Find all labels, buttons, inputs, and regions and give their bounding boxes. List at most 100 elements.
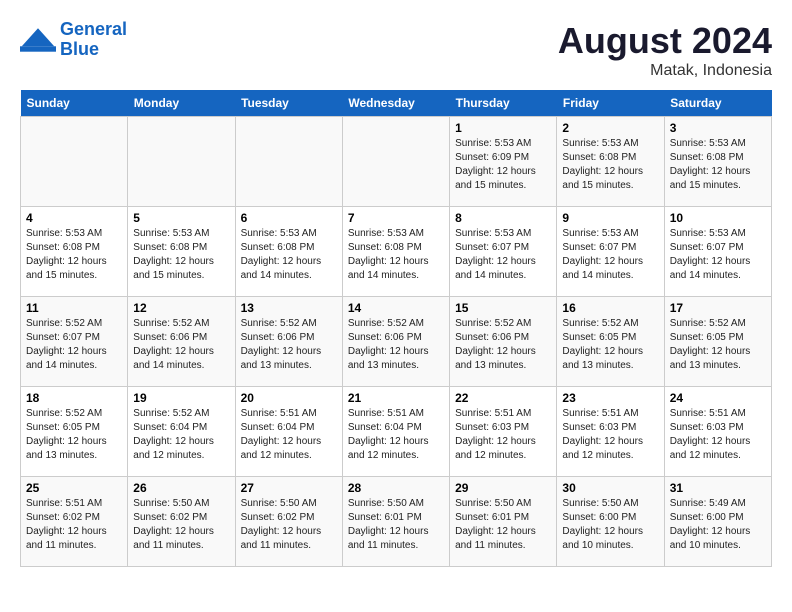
calendar-cell: 18 Sunrise: 5:52 AM Sunset: 6:05 PM Dayli… <box>21 387 128 477</box>
calendar-cell: 2 Sunrise: 5:53 AM Sunset: 6:08 PM Daylig… <box>557 117 664 207</box>
day-number: 6 <box>241 211 337 225</box>
calendar-cell <box>128 117 235 207</box>
day-number: 13 <box>241 301 337 315</box>
day-info: Sunrise: 5:51 AM Sunset: 6:02 PM Dayligh… <box>26 497 122 553</box>
day-info: Sunrise: 5:50 AM Sunset: 6:02 PM Dayligh… <box>133 497 229 553</box>
calendar-cell: 21 Sunrise: 5:51 AM Sunset: 6:04 PM Dayli… <box>342 387 449 477</box>
day-number: 25 <box>26 481 122 495</box>
calendar-cell: 27 Sunrise: 5:50 AM Sunset: 6:02 PM Dayli… <box>235 477 342 567</box>
day-number: 8 <box>455 211 551 225</box>
day-info: Sunrise: 5:53 AM Sunset: 6:08 PM Dayligh… <box>562 137 658 193</box>
day-info: Sunrise: 5:53 AM Sunset: 6:08 PM Dayligh… <box>26 227 122 283</box>
day-info: Sunrise: 5:50 AM Sunset: 6:02 PM Dayligh… <box>241 497 337 553</box>
calendar-day-header: Saturday <box>664 90 771 117</box>
day-info: Sunrise: 5:50 AM Sunset: 6:01 PM Dayligh… <box>348 497 444 553</box>
day-number: 31 <box>670 481 766 495</box>
day-info: Sunrise: 5:52 AM Sunset: 6:06 PM Dayligh… <box>348 317 444 373</box>
title-block: August 2024 Matak, Indonesia <box>558 20 772 80</box>
day-info: Sunrise: 5:51 AM Sunset: 6:04 PM Dayligh… <box>348 407 444 463</box>
calendar-cell <box>342 117 449 207</box>
day-number: 23 <box>562 391 658 405</box>
page-header: General Blue August 2024 Matak, Indonesi… <box>20 20 772 80</box>
calendar-cell: 4 Sunrise: 5:53 AM Sunset: 6:08 PM Daylig… <box>21 207 128 297</box>
calendar-cell: 20 Sunrise: 5:51 AM Sunset: 6:04 PM Dayli… <box>235 387 342 477</box>
calendar-day-header: Monday <box>128 90 235 117</box>
calendar-cell: 7 Sunrise: 5:53 AM Sunset: 6:08 PM Daylig… <box>342 207 449 297</box>
calendar-cell: 29Sunrise: 5:50 AM Sunset: 6:01 PM Dayli… <box>450 477 557 567</box>
day-number: 27 <box>241 481 337 495</box>
calendar-cell <box>21 117 128 207</box>
calendar-cell: 23 Sunrise: 5:51 AM Sunset: 6:03 PM Dayli… <box>557 387 664 477</box>
day-info: Sunrise: 5:53 AM Sunset: 6:08 PM Dayligh… <box>670 137 766 193</box>
day-number: 21 <box>348 391 444 405</box>
logo: General Blue <box>20 20 127 60</box>
calendar-week-row: 25 Sunrise: 5:51 AM Sunset: 6:02 PM Dayli… <box>21 477 772 567</box>
calendar-cell: 6 Sunrise: 5:53 AM Sunset: 6:08 PM Daylig… <box>235 207 342 297</box>
calendar-cell: 28 Sunrise: 5:50 AM Sunset: 6:01 PM Dayli… <box>342 477 449 567</box>
calendar-cell: 12Sunrise: 5:52 AM Sunset: 6:06 PM Dayli… <box>128 297 235 387</box>
day-info: Sunrise: 5:50 AM Sunset: 6:00 PM Dayligh… <box>562 497 658 553</box>
calendar-cell: 3Sunrise: 5:53 AM Sunset: 6:08 PM Daylig… <box>664 117 771 207</box>
calendar-cell: 17 Sunrise: 5:52 AM Sunset: 6:05 PM Dayli… <box>664 297 771 387</box>
day-info: Sunrise: 5:52 AM Sunset: 6:04 PM Dayligh… <box>133 407 229 463</box>
calendar-cell: 8 Sunrise: 5:53 AM Sunset: 6:07 PM Daylig… <box>450 207 557 297</box>
day-number: 18 <box>26 391 122 405</box>
day-info: Sunrise: 5:52 AM Sunset: 6:07 PM Dayligh… <box>26 317 122 373</box>
calendar-cell: 15Sunrise: 5:52 AM Sunset: 6:06 PM Dayli… <box>450 297 557 387</box>
day-number: 22 <box>455 391 551 405</box>
calendar-day-header: Tuesday <box>235 90 342 117</box>
day-number: 7 <box>348 211 444 225</box>
calendar-day-header: Thursday <box>450 90 557 117</box>
calendar-cell: 24 Sunrise: 5:51 AM Sunset: 6:03 PM Dayli… <box>664 387 771 477</box>
main-title: August 2024 <box>558 20 772 62</box>
day-info: Sunrise: 5:53 AM Sunset: 6:07 PM Dayligh… <box>670 227 766 283</box>
day-info: Sunrise: 5:49 AM Sunset: 6:00 PM Dayligh… <box>670 497 766 553</box>
day-info: Sunrise: 5:53 AM Sunset: 6:07 PM Dayligh… <box>455 227 551 283</box>
day-info: Sunrise: 5:53 AM Sunset: 6:08 PM Dayligh… <box>348 227 444 283</box>
calendar-cell: 9 Sunrise: 5:53 AM Sunset: 6:07 PM Daylig… <box>557 207 664 297</box>
calendar-cell: 22Sunrise: 5:51 AM Sunset: 6:03 PM Dayli… <box>450 387 557 477</box>
day-info: Sunrise: 5:51 AM Sunset: 6:03 PM Dayligh… <box>670 407 766 463</box>
day-info: Sunrise: 5:51 AM Sunset: 6:03 PM Dayligh… <box>562 407 658 463</box>
day-number: 12 <box>133 301 229 315</box>
calendar-cell: 31 Sunrise: 5:49 AM Sunset: 6:00 PM Dayli… <box>664 477 771 567</box>
logo-text: General Blue <box>60 20 127 60</box>
day-number: 10 <box>670 211 766 225</box>
calendar-table: SundayMondayTuesdayWednesdayThursdayFrid… <box>20 90 772 567</box>
calendar-week-row: 4 Sunrise: 5:53 AM Sunset: 6:08 PM Daylig… <box>21 207 772 297</box>
day-number: 9 <box>562 211 658 225</box>
calendar-cell: 5Sunrise: 5:53 AM Sunset: 6:08 PM Daylig… <box>128 207 235 297</box>
day-number: 2 <box>562 121 658 135</box>
calendar-cell: 14Sunrise: 5:52 AM Sunset: 6:06 PM Dayli… <box>342 297 449 387</box>
calendar-cell: 26Sunrise: 5:50 AM Sunset: 6:02 PM Dayli… <box>128 477 235 567</box>
calendar-cell: 1Sunrise: 5:53 AM Sunset: 6:09 PM Daylig… <box>450 117 557 207</box>
calendar-week-row: 11Sunrise: 5:52 AM Sunset: 6:07 PM Dayli… <box>21 297 772 387</box>
calendar-header-row: SundayMondayTuesdayWednesdayThursdayFrid… <box>21 90 772 117</box>
calendar-day-header: Sunday <box>21 90 128 117</box>
calendar-cell: 30 Sunrise: 5:50 AM Sunset: 6:00 PM Dayli… <box>557 477 664 567</box>
day-number: 5 <box>133 211 229 225</box>
day-number: 24 <box>670 391 766 405</box>
logo-icon <box>20 26 56 54</box>
day-info: Sunrise: 5:51 AM Sunset: 6:04 PM Dayligh… <box>241 407 337 463</box>
day-number: 4 <box>26 211 122 225</box>
day-info: Sunrise: 5:53 AM Sunset: 6:09 PM Dayligh… <box>455 137 551 193</box>
calendar-cell: 16Sunrise: 5:52 AM Sunset: 6:05 PM Dayli… <box>557 297 664 387</box>
day-info: Sunrise: 5:53 AM Sunset: 6:08 PM Dayligh… <box>241 227 337 283</box>
day-number: 28 <box>348 481 444 495</box>
day-info: Sunrise: 5:52 AM Sunset: 6:06 PM Dayligh… <box>241 317 337 373</box>
calendar-cell: 25 Sunrise: 5:51 AM Sunset: 6:02 PM Dayli… <box>21 477 128 567</box>
day-number: 17 <box>670 301 766 315</box>
day-info: Sunrise: 5:52 AM Sunset: 6:05 PM Dayligh… <box>562 317 658 373</box>
day-info: Sunrise: 5:52 AM Sunset: 6:05 PM Dayligh… <box>26 407 122 463</box>
calendar-day-header: Wednesday <box>342 90 449 117</box>
calendar-cell: 13 Sunrise: 5:52 AM Sunset: 6:06 PM Dayli… <box>235 297 342 387</box>
day-number: 30 <box>562 481 658 495</box>
calendar-cell: 19Sunrise: 5:52 AM Sunset: 6:04 PM Dayli… <box>128 387 235 477</box>
day-number: 20 <box>241 391 337 405</box>
day-info: Sunrise: 5:53 AM Sunset: 6:07 PM Dayligh… <box>562 227 658 283</box>
calendar-day-header: Friday <box>557 90 664 117</box>
calendar-cell: 11Sunrise: 5:52 AM Sunset: 6:07 PM Dayli… <box>21 297 128 387</box>
calendar-week-row: 18 Sunrise: 5:52 AM Sunset: 6:05 PM Dayli… <box>21 387 772 477</box>
day-info: Sunrise: 5:52 AM Sunset: 6:05 PM Dayligh… <box>670 317 766 373</box>
